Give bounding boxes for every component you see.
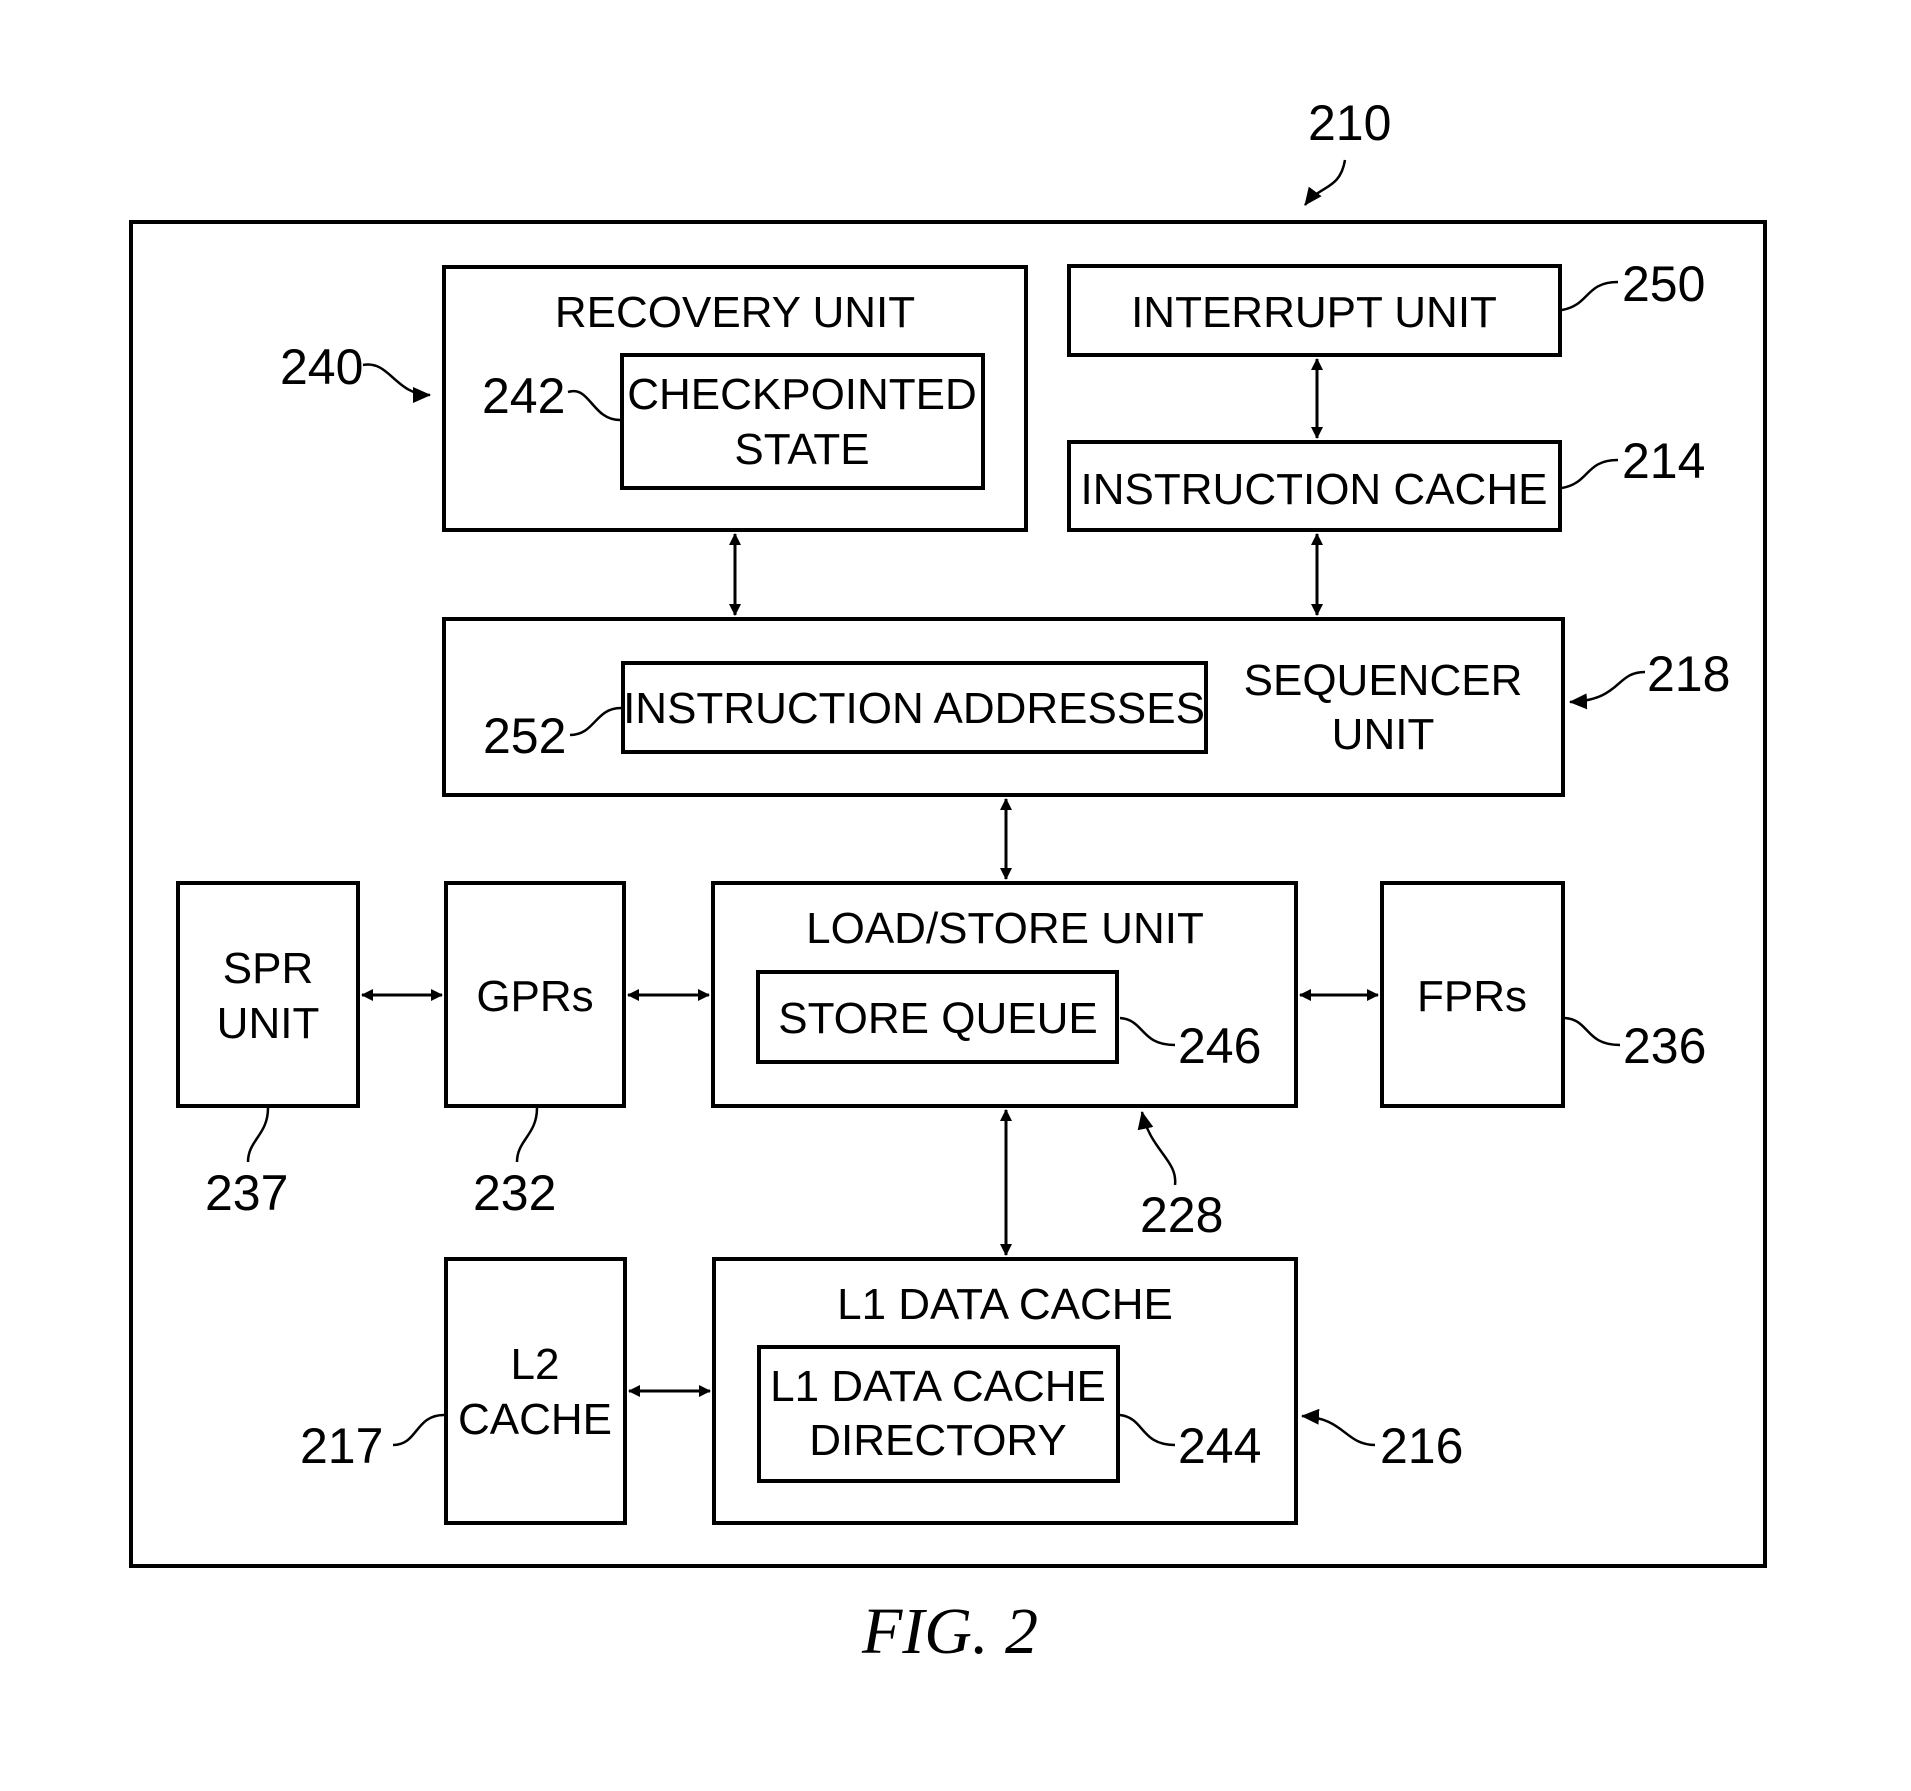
figure-caption: FIG. 2 (861, 1595, 1038, 1668)
ref-214: 214 (1622, 433, 1705, 489)
ref-210: 210 (1308, 95, 1391, 151)
l1-directory-line2: DIRECTORY (809, 1416, 1067, 1465)
spr-unit-box (176, 881, 360, 1108)
l1-data-cache-label: L1 DATA CACHE (837, 1280, 1173, 1329)
ref-217: 217 (300, 1418, 383, 1474)
leader-246 (1119, 1016, 1176, 1047)
leader-237 (246, 1107, 270, 1163)
l1-directory-line1: L1 DATA CACHE (770, 1362, 1106, 1411)
ref-246: 246 (1178, 1018, 1261, 1074)
instruction-addresses-label: INSTRUCTION ADDRESSES (623, 684, 1205, 733)
instruction-cache-label: INSTRUCTION CACHE (1081, 465, 1548, 514)
leader-236 (1564, 1016, 1621, 1047)
leader-244 (1119, 1413, 1176, 1447)
spr-unit-line2: UNIT (217, 999, 320, 1048)
sequencer-unit-line2: UNIT (1332, 710, 1435, 759)
ref-237: 237 (205, 1165, 288, 1221)
leader-228 (1137, 1111, 1177, 1186)
interrupt-unit-label: INTERRUPT UNIT (1131, 288, 1497, 337)
recovery-unit-label: RECOVERY UNIT (555, 288, 915, 337)
ref-228: 228 (1140, 1187, 1223, 1243)
leader-214 (1561, 458, 1619, 490)
leader-250 (1561, 280, 1619, 312)
l2-cache-line1: L2 (511, 1340, 560, 1389)
l2-cache-box (444, 1257, 627, 1525)
ref-216: 216 (1380, 1418, 1463, 1474)
checkpointed-state-line1: CHECKPOINTED (627, 370, 977, 419)
ref-242: 242 (482, 368, 565, 424)
store-queue-label: STORE QUEUE (778, 994, 1097, 1043)
fprs-label: FPRs (1417, 972, 1527, 1021)
sequencer-unit-line1: SEQUENCER (1244, 656, 1523, 705)
checkpointed-state-line2: STATE (734, 425, 869, 474)
ref-240: 240 (280, 339, 363, 395)
ref-232: 232 (473, 1165, 556, 1221)
ref-252: 252 (483, 708, 566, 764)
leader-252 (569, 706, 622, 737)
spr-unit-line1: SPR (223, 944, 313, 993)
leader-217 (392, 1413, 445, 1447)
ref-250: 250 (1622, 256, 1705, 312)
leader-240 (362, 363, 431, 403)
block-diagram: 210 RECOVERY UNIT 240 CHECKPOINTED STATE… (129, 95, 1767, 1668)
leader-210 (1304, 159, 1347, 206)
leader-242 (567, 389, 621, 422)
gprs-label: GPRs (476, 972, 593, 1021)
l2-cache-line2: CACHE (458, 1395, 612, 1444)
leader-218 (1569, 670, 1646, 710)
ref-236: 236 (1623, 1018, 1706, 1074)
ref-218: 218 (1647, 646, 1730, 702)
ref-244: 244 (1178, 1418, 1261, 1474)
leader-216 (1301, 1408, 1376, 1447)
leader-232 (515, 1107, 539, 1163)
load-store-unit-label: LOAD/STORE UNIT (806, 904, 1204, 953)
